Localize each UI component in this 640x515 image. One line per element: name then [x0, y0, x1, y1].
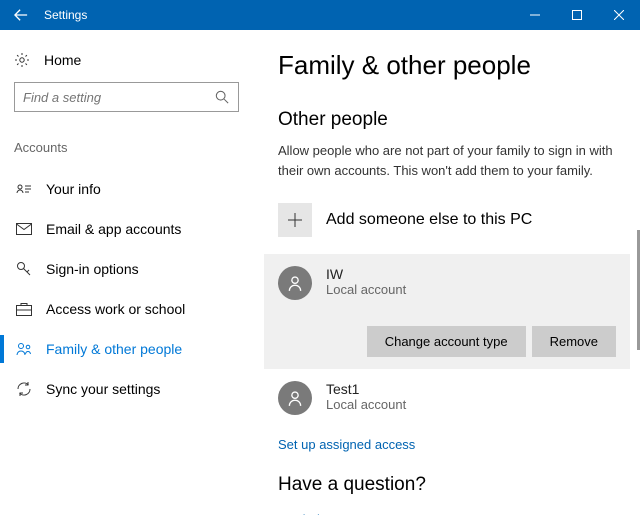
- remove-button[interactable]: Remove: [532, 326, 616, 357]
- people-icon: [16, 341, 32, 357]
- change-account-type-button[interactable]: Change account type: [367, 326, 526, 357]
- person-type: Local account: [326, 282, 406, 297]
- search-icon: [214, 89, 230, 105]
- nav-label: Email & app accounts: [46, 221, 181, 237]
- search-input[interactable]: [23, 90, 214, 105]
- sidebar-item-signin[interactable]: Sign-in options: [14, 249, 252, 289]
- sidebar-item-work-school[interactable]: Access work or school: [14, 289, 252, 329]
- person-card-icon: [16, 181, 32, 197]
- nav-label: Your info: [46, 181, 101, 197]
- avatar-icon: [278, 266, 312, 300]
- nav-label: Family & other people: [46, 341, 182, 357]
- titlebar: Settings: [0, 0, 640, 30]
- avatar-icon: [278, 381, 312, 415]
- question-heading: Have a question?: [278, 474, 616, 496]
- person-item-selected[interactable]: IW Local account Change account type Rem…: [264, 254, 630, 369]
- mail-icon: [16, 221, 32, 237]
- sidebar-item-sync[interactable]: Sync your settings: [14, 369, 252, 409]
- main-panel: Family & other people Other people Allow…: [252, 30, 640, 515]
- sync-icon: [16, 381, 32, 397]
- home-button[interactable]: Home: [14, 52, 252, 68]
- nav-label: Access work or school: [46, 301, 185, 317]
- gear-icon: [14, 52, 30, 68]
- section-description: Allow people who are not part of your fa…: [278, 141, 616, 180]
- home-label: Home: [44, 52, 81, 68]
- back-button[interactable]: [0, 0, 42, 30]
- plus-icon: [278, 203, 312, 237]
- window-controls: [514, 0, 640, 30]
- person-type: Local account: [326, 397, 406, 412]
- page-title: Family & other people: [278, 50, 616, 81]
- sidebar: Home Accounts Your info Email & app acco…: [0, 30, 252, 515]
- assigned-access-link[interactable]: Set up assigned access: [278, 437, 415, 452]
- add-someone-button[interactable]: Add someone else to this PC: [278, 196, 616, 244]
- sidebar-item-your-info[interactable]: Your info: [14, 169, 252, 209]
- close-button[interactable]: [598, 0, 640, 30]
- briefcase-icon: [16, 301, 32, 317]
- nav-label: Sign-in options: [46, 261, 139, 277]
- window-title: Settings: [44, 8, 87, 22]
- section-label: Accounts: [14, 140, 252, 155]
- sidebar-item-email[interactable]: Email & app accounts: [14, 209, 252, 249]
- person-name: Test1: [326, 381, 406, 397]
- sidebar-item-family[interactable]: Family & other people: [14, 329, 252, 369]
- person-item[interactable]: Test1 Local account: [264, 369, 630, 427]
- search-box[interactable]: [14, 82, 239, 112]
- key-icon: [16, 261, 32, 277]
- maximize-button[interactable]: [556, 0, 598, 30]
- add-label: Add someone else to this PC: [326, 211, 532, 229]
- minimize-button[interactable]: [514, 0, 556, 30]
- person-name: IW: [326, 266, 406, 282]
- section-heading: Other people: [278, 109, 616, 131]
- nav-label: Sync your settings: [46, 381, 160, 397]
